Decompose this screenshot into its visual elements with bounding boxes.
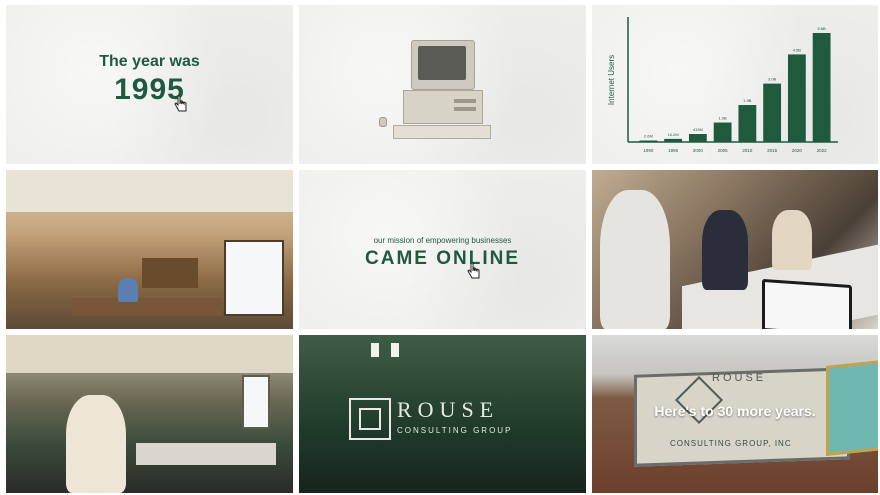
ceiling-light bbox=[371, 343, 379, 357]
computer-mouse bbox=[379, 117, 387, 127]
workstations bbox=[136, 443, 276, 465]
tile-year-intro: The year was 1995 bbox=[6, 5, 293, 164]
computer-keyboard bbox=[393, 125, 491, 139]
bar-value-label: 3.0B bbox=[768, 77, 777, 82]
bar-2022 bbox=[812, 33, 831, 142]
laptop bbox=[762, 278, 852, 329]
mission-headline: CAME ONLINE bbox=[365, 248, 520, 269]
office-ceiling bbox=[6, 170, 293, 212]
hall-window bbox=[242, 375, 270, 429]
bar-2010 bbox=[738, 105, 757, 142]
ceiling-light bbox=[391, 343, 399, 357]
tile-vintage-computer bbox=[299, 5, 586, 164]
x-tick-label: 1990 bbox=[643, 148, 654, 153]
tile-meeting-photo bbox=[592, 170, 878, 329]
bar-2000 bbox=[688, 134, 707, 142]
sign-brand-name: ROUSE bbox=[712, 372, 767, 384]
bar-2005 bbox=[713, 122, 732, 142]
woman-center bbox=[702, 210, 748, 290]
tile-building-sign: ROUSE CONSULTING GROUP, INC Here's to 30… bbox=[592, 335, 878, 493]
x-tick-label: 1995 bbox=[668, 148, 679, 153]
tile-hallway-photo bbox=[6, 335, 293, 493]
woman-right bbox=[772, 210, 812, 270]
hand-cursor-icon bbox=[174, 95, 187, 112]
intro-heading: The year was bbox=[99, 53, 200, 70]
x-tick-label: 2022 bbox=[817, 148, 828, 153]
bar-value-label: 1.9B bbox=[743, 98, 752, 103]
closing-caption: Here's to 30 more years. bbox=[654, 403, 816, 419]
office-desk bbox=[72, 298, 222, 316]
bookshelf bbox=[142, 258, 198, 288]
tile-mission: our mission of empowering businesses CAM… bbox=[299, 170, 586, 329]
x-tick-label: 2010 bbox=[742, 148, 753, 153]
storyboard-grid: The year was 1995 2.6M 1990 16.2M 1995 413M 2… bbox=[6, 5, 878, 493]
bar-value-label: 1.0B bbox=[719, 116, 728, 121]
internet-users-chart: 2.6M 1990 16.2M 1995 413M 2000 1.0B 2005 1.9B 201… bbox=[607, 17, 838, 153]
man-in-foreground bbox=[600, 190, 670, 329]
rouse-logo-icon bbox=[349, 398, 391, 440]
bar-2020 bbox=[787, 54, 806, 142]
tile-office-photo bbox=[6, 170, 293, 329]
person-walking bbox=[66, 395, 126, 493]
brand-subtitle: CONSULTING GROUP bbox=[397, 426, 513, 435]
computer-tower bbox=[403, 90, 483, 124]
y-axis-label: Internet Users bbox=[607, 55, 616, 105]
x-tick-label: 2015 bbox=[767, 148, 778, 153]
bar-value-label: 5.6B bbox=[818, 26, 827, 31]
intro-year: 1995 bbox=[114, 73, 185, 106]
hall-ceiling bbox=[6, 335, 293, 373]
x-tick-label: 2000 bbox=[693, 148, 704, 153]
tile-office-sign: ROUSE CONSULTING GROUP bbox=[299, 335, 586, 493]
mission-line: our mission of empowering businesses bbox=[373, 236, 512, 245]
brand-name: ROUSE bbox=[397, 397, 500, 422]
bar-value-label: 413M bbox=[693, 127, 703, 132]
hand-cursor-icon bbox=[467, 262, 480, 279]
bar-value-label: 16.2M bbox=[668, 132, 679, 137]
bar-value-label: 4.5B bbox=[793, 47, 802, 52]
x-tick-label: 2005 bbox=[718, 148, 729, 153]
x-tick-label: 2020 bbox=[792, 148, 803, 153]
bar-value-label: 2.6M bbox=[644, 134, 653, 139]
computer-monitor bbox=[411, 40, 475, 90]
tile-internet-users-chart: 2.6M 1990 16.2M 1995 413M 2000 1.0B 2005 1.9B 201… bbox=[592, 5, 878, 164]
bar-2015 bbox=[763, 83, 782, 142]
sign-subtitle: CONSULTING GROUP, INC bbox=[670, 439, 792, 448]
office-window bbox=[224, 240, 284, 316]
office-worker bbox=[118, 278, 138, 302]
